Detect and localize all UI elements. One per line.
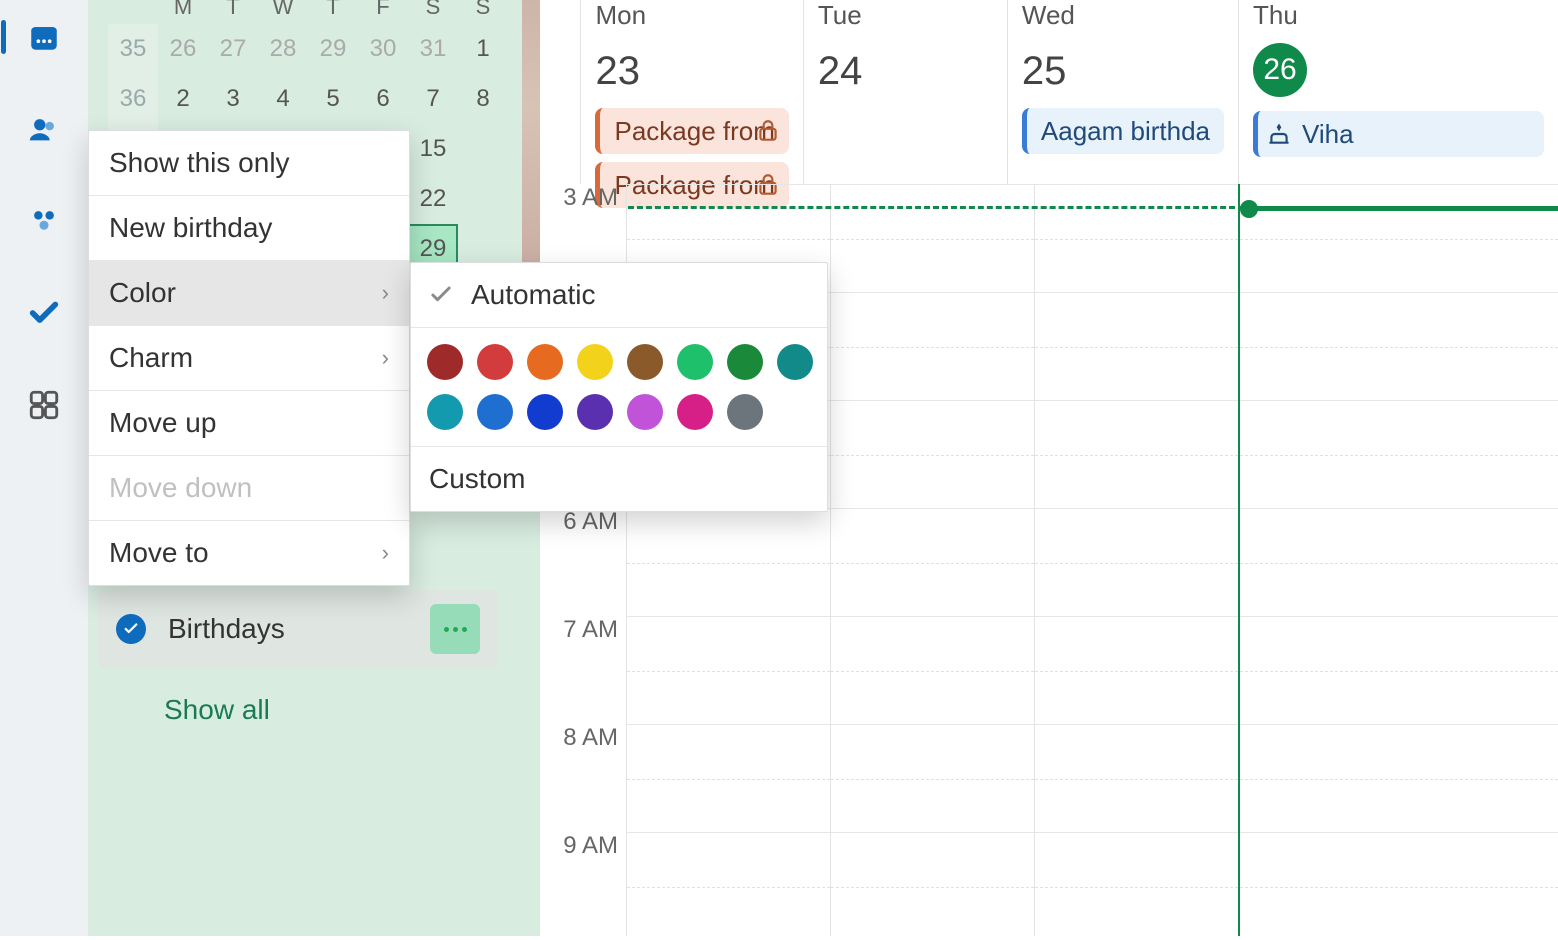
color-automatic[interactable]: Automatic — [411, 263, 827, 328]
day-column-wed[interactable] — [1034, 184, 1238, 936]
show-all-link[interactable]: Show all — [98, 694, 498, 726]
rail-todo[interactable] — [19, 288, 69, 338]
hour-slot[interactable] — [1240, 400, 1558, 508]
hour-slot[interactable] — [1035, 508, 1238, 616]
ctx-new-birthday[interactable]: New birthday — [89, 196, 409, 261]
mini-calendar-row: 35 26 27 28 29 30 31 1 — [108, 24, 508, 74]
calendar-context-menu: Show this only New birthday Color › Char… — [88, 130, 410, 586]
color-swatch[interactable] — [677, 394, 713, 430]
hour-slot[interactable] — [1035, 832, 1238, 940]
day-header-tue[interactable]: Tue 24 — [803, 0, 1007, 184]
ctx-move-up[interactable]: Move up — [89, 391, 409, 456]
color-swatch[interactable] — [477, 344, 513, 380]
day-header-mon[interactable]: Mon 23 Package from Package from — [580, 0, 802, 184]
mini-calendar-row: 36 2 3 4 5 6 7 8 — [108, 74, 508, 124]
time-label: 9 AM — [540, 832, 626, 940]
checkmark-icon — [122, 620, 140, 638]
color-swatch[interactable] — [527, 344, 563, 380]
hour-slot[interactable] — [1035, 400, 1238, 508]
hour-slot[interactable] — [627, 832, 830, 940]
color-swatch[interactable] — [627, 344, 663, 380]
hour-slot[interactable] — [1240, 292, 1558, 400]
hour-slot[interactable] — [1240, 832, 1558, 940]
time-label: 8 AM — [540, 724, 626, 832]
hour-slot[interactable] — [831, 184, 1034, 292]
hour-slot[interactable] — [1240, 616, 1558, 724]
ctx-show-this-only[interactable]: Show this only — [89, 131, 409, 196]
hour-slot[interactable] — [831, 292, 1034, 400]
hour-slot[interactable] — [1035, 616, 1238, 724]
hour-slot[interactable] — [831, 616, 1034, 724]
checkmark-icon — [427, 281, 455, 309]
ctx-color[interactable]: Color › — [89, 261, 409, 326]
hour-slot[interactable] — [1035, 292, 1238, 400]
check-icon — [27, 296, 61, 330]
hour-slot[interactable] — [1240, 508, 1558, 616]
color-submenu: Automatic Custom — [410, 262, 828, 512]
day-column-tue[interactable] — [830, 184, 1034, 936]
rail-calendar[interactable] — [19, 12, 69, 62]
day-header-row: Mon 23 Package from Package from Tue 24 … — [540, 0, 1558, 184]
current-time-indicator — [628, 206, 1558, 209]
lock-icon — [755, 118, 781, 144]
color-swatch[interactable] — [427, 394, 463, 430]
calendar-item-more-button[interactable] — [430, 604, 480, 654]
mini-calendar-dow-row: M T W T F S S — [108, 0, 508, 24]
color-swatch[interactable] — [677, 344, 713, 380]
hour-slot[interactable] — [1240, 184, 1558, 292]
rail-people[interactable] — [19, 104, 69, 154]
day-header-wed[interactable]: Wed 25 Aagam birthda — [1007, 0, 1238, 184]
hour-slot[interactable] — [627, 616, 830, 724]
color-swatch[interactable] — [727, 344, 763, 380]
hour-slot[interactable] — [831, 400, 1034, 508]
all-day-event[interactable]: Viha — [1253, 111, 1544, 157]
color-swatch[interactable] — [627, 394, 663, 430]
color-swatch[interactable] — [577, 394, 613, 430]
color-swatch[interactable] — [777, 344, 813, 380]
chevron-right-icon: › — [382, 345, 389, 371]
all-day-event[interactable]: Package from — [595, 108, 788, 154]
all-day-event[interactable]: Aagam birthda — [1022, 108, 1224, 154]
apps-icon — [27, 388, 61, 422]
decorative-image-edge — [522, 0, 540, 264]
ctx-charm[interactable]: Charm › — [89, 326, 409, 391]
cake-icon — [1266, 121, 1292, 147]
groups-icon — [27, 204, 61, 238]
color-swatch-grid — [411, 328, 827, 447]
hour-slot[interactable] — [831, 508, 1034, 616]
calendar-icon — [27, 20, 61, 54]
hour-slot[interactable] — [627, 508, 830, 616]
rail-groups[interactable] — [19, 196, 69, 246]
people-icon — [27, 112, 61, 146]
color-custom[interactable]: Custom — [411, 447, 827, 511]
ctx-move-down: Move down — [89, 456, 409, 521]
hour-slot[interactable] — [627, 724, 830, 832]
app-rail — [0, 0, 88, 936]
color-swatch[interactable] — [727, 394, 763, 430]
hour-slot[interactable] — [1035, 724, 1238, 832]
color-swatch[interactable] — [427, 344, 463, 380]
time-label: 6 AM — [540, 508, 626, 616]
chevron-right-icon: › — [382, 540, 389, 566]
hour-slot[interactable] — [831, 724, 1034, 832]
color-swatch[interactable] — [477, 394, 513, 430]
hour-slot[interactable] — [1240, 724, 1558, 832]
calendar-item-birthdays[interactable]: Birthdays — [98, 590, 498, 668]
today-badge: 26 — [1253, 43, 1307, 97]
ctx-move-to[interactable]: Move to › — [89, 521, 409, 585]
calendar-list: Birthdays Show all — [98, 590, 498, 726]
color-swatch[interactable] — [577, 344, 613, 380]
calendar-visibility-toggle[interactable] — [116, 614, 146, 644]
hour-slot[interactable] — [1035, 184, 1238, 292]
color-swatch[interactable] — [527, 394, 563, 430]
rail-apps[interactable] — [19, 380, 69, 430]
calendar-item-label: Birthdays — [168, 613, 408, 645]
day-column-thu[interactable] — [1238, 184, 1558, 936]
time-label: 7 AM — [540, 616, 626, 724]
hour-slot[interactable] — [831, 832, 1034, 940]
chevron-right-icon: › — [382, 280, 389, 306]
day-header-thu[interactable]: Thu 26 Viha — [1238, 0, 1558, 184]
